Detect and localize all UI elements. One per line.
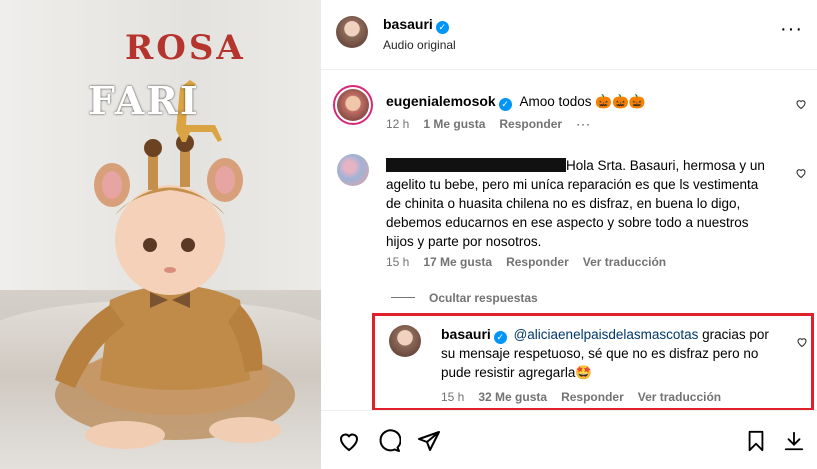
redacted-username: [386, 158, 566, 172]
comment-text-line-3: de chinita o huasita chilena no es disfr…: [386, 196, 741, 211]
verified-badge-icon: ✓: [493, 331, 507, 344]
post-header: basauri ✓ Audio original ···: [321, 0, 817, 70]
verified-badge-icon: ✓: [435, 21, 449, 34]
reply-time: 15 h: [441, 390, 465, 404]
comment-text-line-2: agelito tu bebe, pero mi uníca reparació…: [386, 177, 759, 192]
avatar[interactable]: [389, 325, 421, 357]
overlay-title-rosa: ROSA: [125, 28, 246, 68]
comment-text-line-5: hijos y parte por nosotros.: [386, 234, 542, 249]
reply-button[interactable]: Responder: [499, 117, 562, 131]
action-bar: [321, 410, 817, 469]
baby-illustration: [55, 80, 295, 449]
comment-meta: 15 h 17 Me gusta Responder Ver traducción: [386, 255, 680, 269]
avatar[interactable]: [333, 85, 373, 125]
reel-video[interactable]: ROSA FARI: [0, 0, 321, 469]
avatar[interactable]: [336, 16, 368, 48]
comment-time: 15 h: [386, 255, 410, 269]
reply-username[interactable]: basauri: [441, 326, 491, 342]
divider-line: [391, 297, 415, 299]
comment-item: eugenialemosok ✓ Amoo todos 🎃🎃🎃 12 h 1 Me …: [321, 85, 817, 140]
translate-button[interactable]: Ver traducción: [638, 390, 721, 404]
like-heart-icon[interactable]: [337, 429, 361, 453]
more-options-icon[interactable]: ···: [780, 19, 803, 39]
share-send-icon[interactable]: [417, 429, 441, 453]
comment-text-line-4: debemos educarnos en ese aspecto y sobre…: [386, 215, 749, 230]
comment-meta: 12 h 1 Me gusta Responder ···: [386, 117, 605, 131]
translate-button[interactable]: Ver traducción: [583, 255, 666, 269]
comment-item: Hola Srta. Basauri, hermosa y un agelito…: [321, 150, 817, 275]
comment-likes[interactable]: 1 Me gusta: [423, 117, 485, 131]
header-text: basauri ✓ Audio original: [383, 16, 456, 52]
overlay-title-fari: FARI: [88, 78, 200, 123]
reply-likes[interactable]: 32 Me gusta: [478, 390, 547, 404]
comment-username[interactable]: eugenialemosok: [386, 93, 496, 109]
comment-bubble-icon[interactable]: [377, 429, 401, 453]
hide-replies-label[interactable]: Ocultar respuestas: [429, 291, 538, 305]
reply-text-line-3: pude resistir agregarla🤩: [441, 365, 593, 380]
reply-text-line-1: gracias por: [698, 327, 769, 342]
header-username[interactable]: basauri: [383, 16, 433, 32]
download-icon[interactable]: [783, 429, 805, 453]
comment-likes[interactable]: 17 Me gusta: [423, 255, 492, 269]
reply-meta: 15 h 32 Me gusta Responder Ver traducción: [441, 390, 735, 404]
avatar[interactable]: [337, 154, 369, 186]
comment-body: eugenialemosok ✓ Amoo todos 🎃🎃🎃: [386, 92, 646, 111]
hide-replies-toggle[interactable]: Ocultar respuestas: [391, 289, 538, 307]
reply-button[interactable]: Responder: [561, 390, 624, 404]
reply-text-line-2: su mensaje respetuoso, sé que no es disf…: [441, 346, 759, 361]
comment-text: Amoo todos 🎃🎃🎃: [519, 94, 646, 109]
reply-body: basauri ✓ @aliciaenelpaisdelasmascotas gr…: [441, 325, 786, 382]
heart-icon[interactable]: [795, 98, 807, 110]
comment-body: Hola Srta. Basauri, hermosa y un agelito…: [386, 156, 786, 251]
reply-mention-link[interactable]: @aliciaenelpaisdelasmascotas: [514, 327, 699, 342]
header-subtitle[interactable]: Audio original: [383, 38, 456, 52]
bookmark-icon[interactable]: [745, 429, 767, 453]
reply-item: basauri ✓ @aliciaenelpaisdelasmascotas gr…: [388, 322, 808, 407]
reply-button[interactable]: Responder: [506, 255, 569, 269]
verified-badge-icon: ✓: [498, 98, 512, 111]
comment-text-line-1: Hola Srta. Basauri, hermosa y un: [566, 158, 765, 173]
heart-icon[interactable]: [796, 336, 808, 348]
comment-time: 12 h: [386, 117, 410, 131]
comment-options-icon[interactable]: ···: [576, 117, 591, 131]
heart-icon[interactable]: [795, 167, 807, 179]
